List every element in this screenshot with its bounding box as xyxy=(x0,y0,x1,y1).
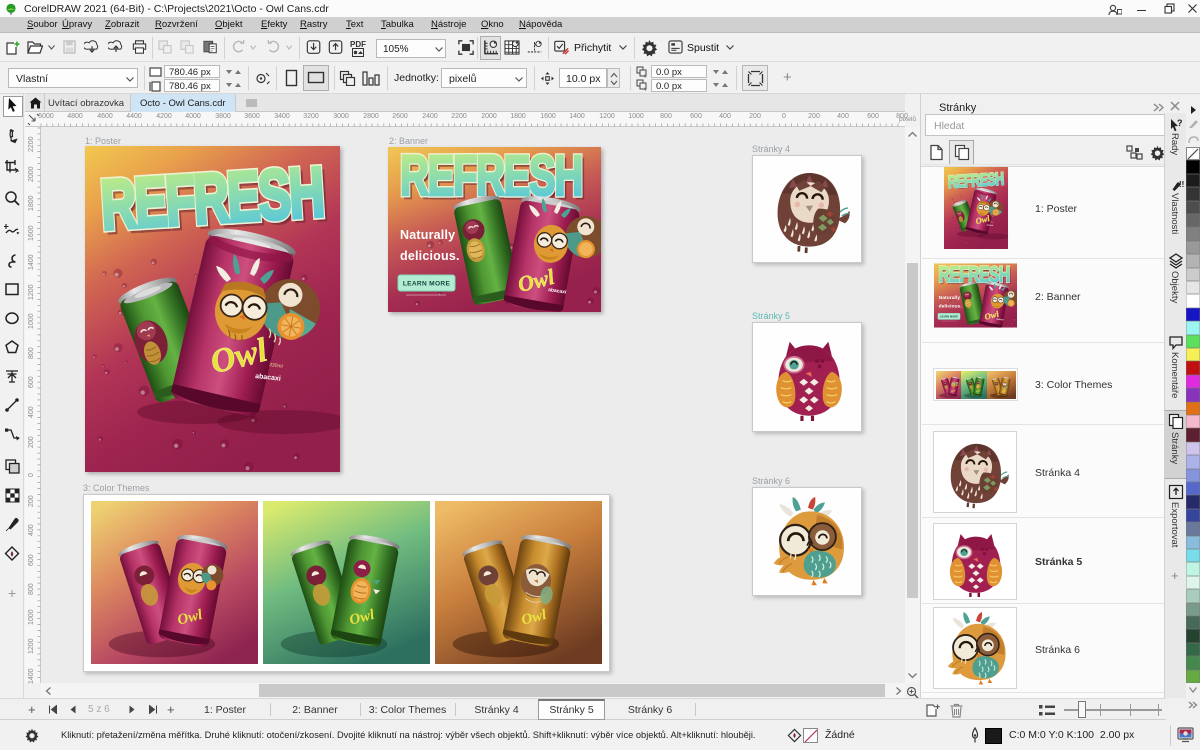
svg-text:!!: !! xyxy=(1179,180,1184,189)
svg-text:?: ? xyxy=(1177,118,1183,128)
